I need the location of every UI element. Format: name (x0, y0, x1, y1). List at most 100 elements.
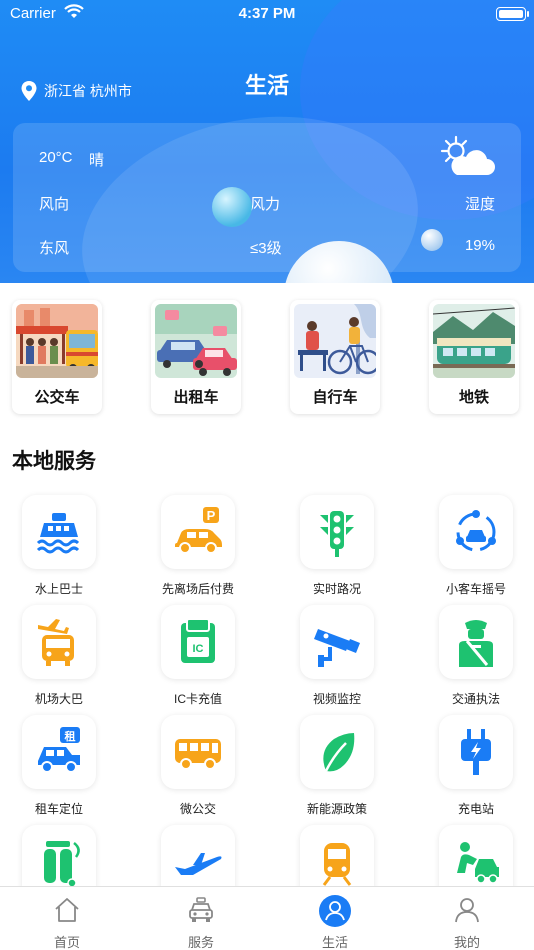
weather-condition: 晴 (89, 152, 105, 169)
service-tile[interactable] (161, 715, 235, 789)
tab-bar: 首页 服务 生活 我的 (0, 886, 534, 950)
clock: 4:37 PM (238, 5, 296, 22)
service-tile[interactable] (439, 605, 513, 679)
service-mini-bus[interactable]: 微公交 (139, 715, 273, 825)
service-ic-recharge[interactable]: IC IC卡充值 (139, 605, 273, 715)
service-label: 机场大巴 (34, 692, 83, 706)
service-label: 微公交 (179, 802, 216, 816)
home-icon (55, 898, 79, 922)
service-pay-later-parking[interactable]: P 先离场后付费 (139, 495, 273, 605)
service-label: IC卡充值 (173, 692, 222, 706)
service-label: 先离场后付费 (161, 582, 234, 596)
transport-row: 公交车 出租车 自行车 地铁 (0, 283, 534, 423)
humidity-value: 19% (464, 237, 495, 254)
service-tile[interactable] (22, 495, 96, 569)
car-repair-icon (457, 842, 499, 884)
airplane-icon (175, 853, 222, 875)
service-label: 小客车摇号 (445, 582, 506, 596)
service-label: 水上巴士 (34, 582, 83, 596)
service-traffic-enforcement[interactable]: 交通执法 (417, 605, 534, 715)
leaf-icon (323, 733, 355, 772)
user-icon (455, 898, 479, 923)
wind-direction-label: 风向 (39, 196, 70, 213)
service-car-lottery[interactable]: 小客车摇号 (417, 495, 534, 605)
tab-mine[interactable]: 我的 (400, 887, 534, 950)
airport-bus-icon (38, 619, 74, 666)
service-label: 视频监控 (312, 692, 361, 706)
humidity-label: 湿度 (464, 196, 495, 213)
person-icon (319, 895, 351, 927)
status-bar: Carrier 4:37 PM (0, 0, 534, 28)
transport-label: 自行车 (312, 389, 358, 406)
tab-services[interactable]: 服务 (134, 887, 268, 950)
tab-label: 生活 (321, 935, 348, 950)
service-new-energy-policy[interactable]: 新能源政策 (278, 715, 412, 825)
tab-life[interactable]: 生活 (268, 887, 402, 950)
train-icon (322, 843, 352, 886)
tab-label: 服务 (187, 935, 214, 950)
transport-label: 出租车 (173, 389, 219, 406)
service-rental-car-location[interactable]: 租 租车定位 (0, 715, 134, 825)
service-tile[interactable]: 租 (22, 715, 96, 789)
wind-force-label: 风力 (250, 196, 281, 213)
service-tile[interactable] (439, 495, 513, 569)
parking-car-icon: P (175, 507, 222, 554)
wind-force-value: ≤3级 (250, 240, 282, 257)
service-label: 新能源政策 (306, 802, 367, 816)
service-water-bus[interactable]: 水上巴士 (0, 495, 134, 605)
gas-cylinder-icon (44, 841, 80, 888)
charging-plug-icon (461, 729, 491, 775)
weather-temperature: 20°C (39, 149, 73, 166)
service-label: 交通执法 (451, 692, 500, 706)
screen: Carrier 4:37 PM 浙江省 杭州市 生活 20°C 晴 风向 风力 … (0, 0, 534, 950)
transport-label: 地铁 (458, 389, 489, 406)
ic-card-icon: IC (181, 618, 215, 663)
decorative-bubble (421, 229, 443, 251)
wind-direction-value: 东风 (39, 240, 70, 257)
service-tile[interactable]: P (161, 495, 235, 569)
taxi-illustration (155, 304, 237, 378)
tab-label: 我的 (453, 935, 480, 950)
service-tile[interactable] (300, 605, 374, 679)
transport-label: 公交车 (34, 389, 80, 406)
weather-card: 20°C 晴 风向 风力 湿度 东风 ≤3级 19% (13, 123, 521, 272)
subway-illustration (433, 304, 515, 378)
tab-home[interactable]: 首页 (0, 887, 134, 950)
page-title: 生活 (244, 73, 289, 98)
transport-card-bus[interactable]: 公交车 (12, 300, 102, 414)
tab-label: 首页 (53, 935, 80, 950)
svg-text:租: 租 (65, 730, 76, 743)
service-tile[interactable] (22, 605, 96, 679)
svg-text:P: P (207, 508, 216, 523)
taxi-icon (189, 897, 213, 922)
service-label: 充电站 (457, 802, 494, 816)
transport-card-taxi[interactable]: 出租车 (151, 300, 241, 414)
header: Carrier 4:37 PM 浙江省 杭州市 生活 20°C 晴 风向 风力 … (0, 0, 534, 283)
surveillance-camera-icon (314, 629, 360, 667)
bicycle-illustration (294, 304, 376, 378)
traffic-police-icon (459, 620, 493, 667)
car-lottery-icon (456, 510, 496, 552)
ferry-icon (36, 513, 80, 554)
rental-car-icon: 租 (38, 727, 80, 773)
service-realtime-traffic[interactable]: 实时路况 (278, 495, 412, 605)
section-title: 本地服务 (12, 450, 96, 473)
svg-text:IC: IC (193, 643, 204, 655)
transport-card-bicycle[interactable]: 自行车 (290, 300, 380, 414)
mini-bus-icon (175, 739, 221, 770)
service-tile[interactable] (439, 715, 513, 789)
traffic-light-icon (320, 511, 354, 557)
decorative-bubble (212, 187, 252, 227)
service-tile[interactable] (300, 495, 374, 569)
service-label: 租车定位 (34, 802, 83, 816)
service-airport-bus[interactable]: 机场大巴 (0, 605, 134, 715)
service-tile[interactable] (300, 715, 374, 789)
transport-card-subway[interactable]: 地铁 (429, 300, 519, 414)
service-video-surveillance[interactable]: 视频监控 (278, 605, 412, 715)
service-label: 实时路况 (312, 582, 361, 596)
partly-cloudy-icon (440, 135, 495, 175)
service-tile[interactable]: IC (161, 605, 235, 679)
bus-illustration (16, 304, 98, 378)
battery-icon (496, 7, 529, 21)
service-charging-station[interactable]: 充电站 (417, 715, 534, 825)
